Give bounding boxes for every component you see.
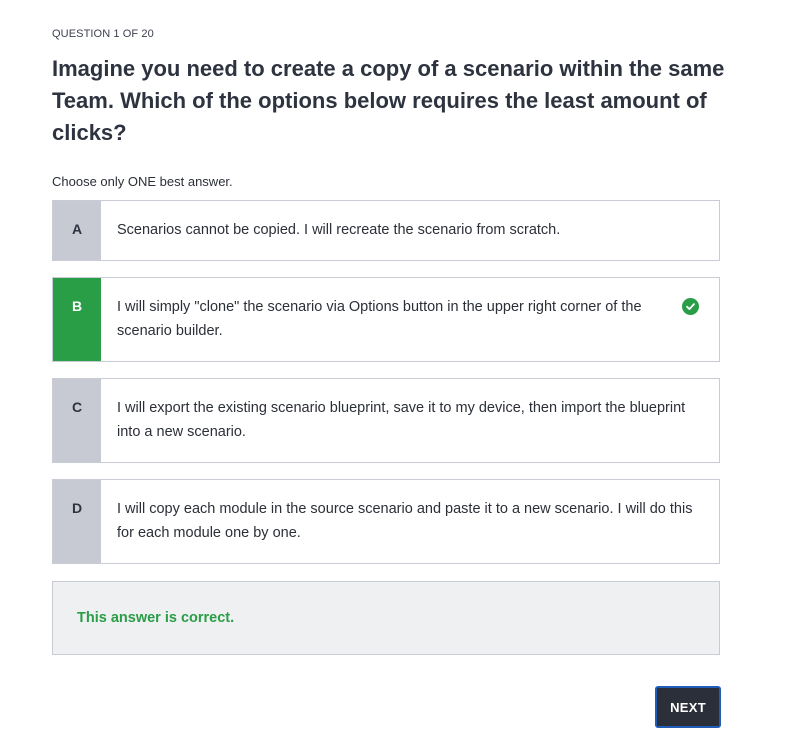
question-text: Imagine you need to create a copy of a s… — [52, 56, 725, 145]
option-text-wrapper: I will simply "clone" the scenario via O… — [101, 278, 719, 361]
option-letter: B — [53, 278, 101, 361]
feedback-message: This answer is correct. — [52, 581, 720, 655]
answer-option-d[interactable]: D I will copy each module in the source … — [52, 479, 720, 564]
answer-option-b[interactable]: B I will simply "clone" the scenario via… — [52, 277, 720, 362]
option-text: Scenarios cannot be copied. I will recre… — [117, 222, 561, 238]
answer-option-a[interactable]: A Scenarios cannot be copied. I will rec… — [52, 200, 720, 261]
quiz-container: QUESTION 1 OF 20 Imagine you need to cre… — [52, 0, 724, 655]
option-letter: D — [53, 480, 101, 563]
instruction-text: Choose only ONE best answer. — [52, 174, 233, 189]
option-text: I will copy each module in the source sc… — [117, 501, 693, 541]
option-text: I will export the existing scenario blue… — [117, 400, 686, 440]
option-text: I will simply "clone" the scenario via O… — [117, 299, 642, 339]
answer-option-c[interactable]: C I will export the existing scenario bl… — [52, 378, 720, 463]
question-counter: QUESTION 1 OF 20 — [52, 28, 154, 40]
next-button[interactable]: NEXT — [655, 686, 721, 728]
check-circle-icon — [682, 298, 699, 315]
answer-options: A Scenarios cannot be copied. I will rec… — [52, 200, 720, 564]
option-letter: A — [53, 201, 101, 260]
option-letter: C — [53, 379, 101, 462]
